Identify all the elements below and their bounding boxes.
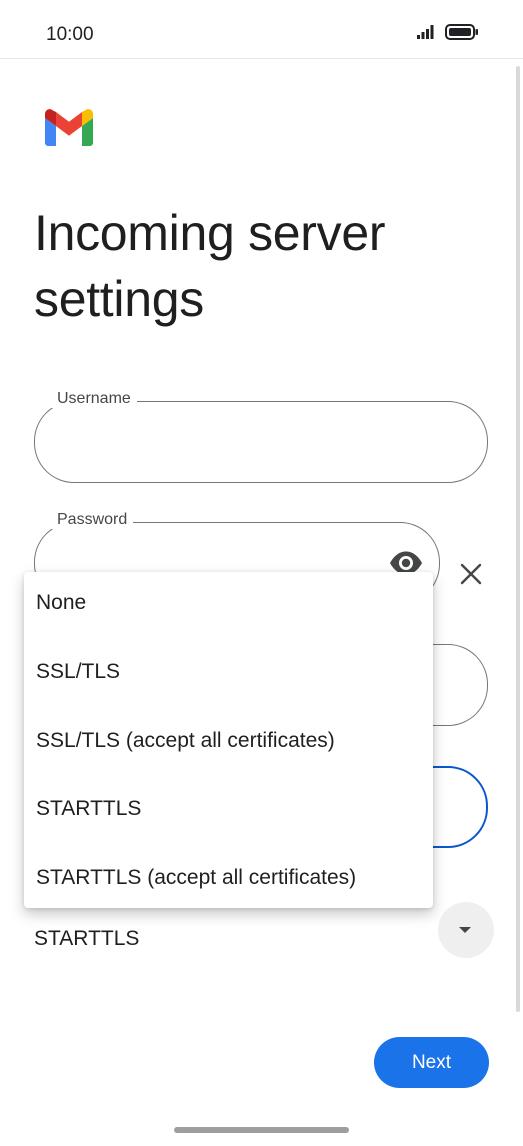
security-type-dropdown-button[interactable]: [438, 902, 494, 958]
username-label: Username: [51, 390, 137, 408]
menu-item-starttls-accept-all[interactable]: STARTTLS (accept all certificates): [36, 866, 356, 890]
scrollbar[interactable]: [516, 66, 520, 1012]
password-label: Password: [51, 511, 134, 529]
status-bar: 10:00: [0, 0, 523, 59]
username-field[interactable]: Username: [34, 390, 488, 483]
security-type-menu: None SSL/TLS SSL/TLS (accept all certifi…: [24, 572, 433, 908]
dropdown-arrow-icon: [459, 927, 471, 933]
close-icon[interactable]: [459, 562, 483, 586]
signal-icon: [417, 25, 434, 39]
next-button[interactable]: Next: [374, 1037, 489, 1088]
battery-icon: [445, 24, 478, 40]
menu-item-none[interactable]: None: [36, 591, 86, 615]
security-type-value[interactable]: STARTTLS: [34, 927, 139, 951]
gmail-logo: [45, 109, 93, 146]
page-title: Incoming server settings: [34, 205, 386, 327]
status-time: 10:00: [46, 24, 94, 45]
menu-item-starttls[interactable]: STARTTLS: [36, 797, 141, 821]
menu-item-ssl-tls[interactable]: SSL/TLS: [36, 660, 120, 684]
home-indicator[interactable]: [174, 1127, 349, 1133]
menu-item-ssl-tls-accept-all[interactable]: SSL/TLS (accept all certificates): [36, 729, 335, 753]
status-icons: [417, 24, 479, 40]
